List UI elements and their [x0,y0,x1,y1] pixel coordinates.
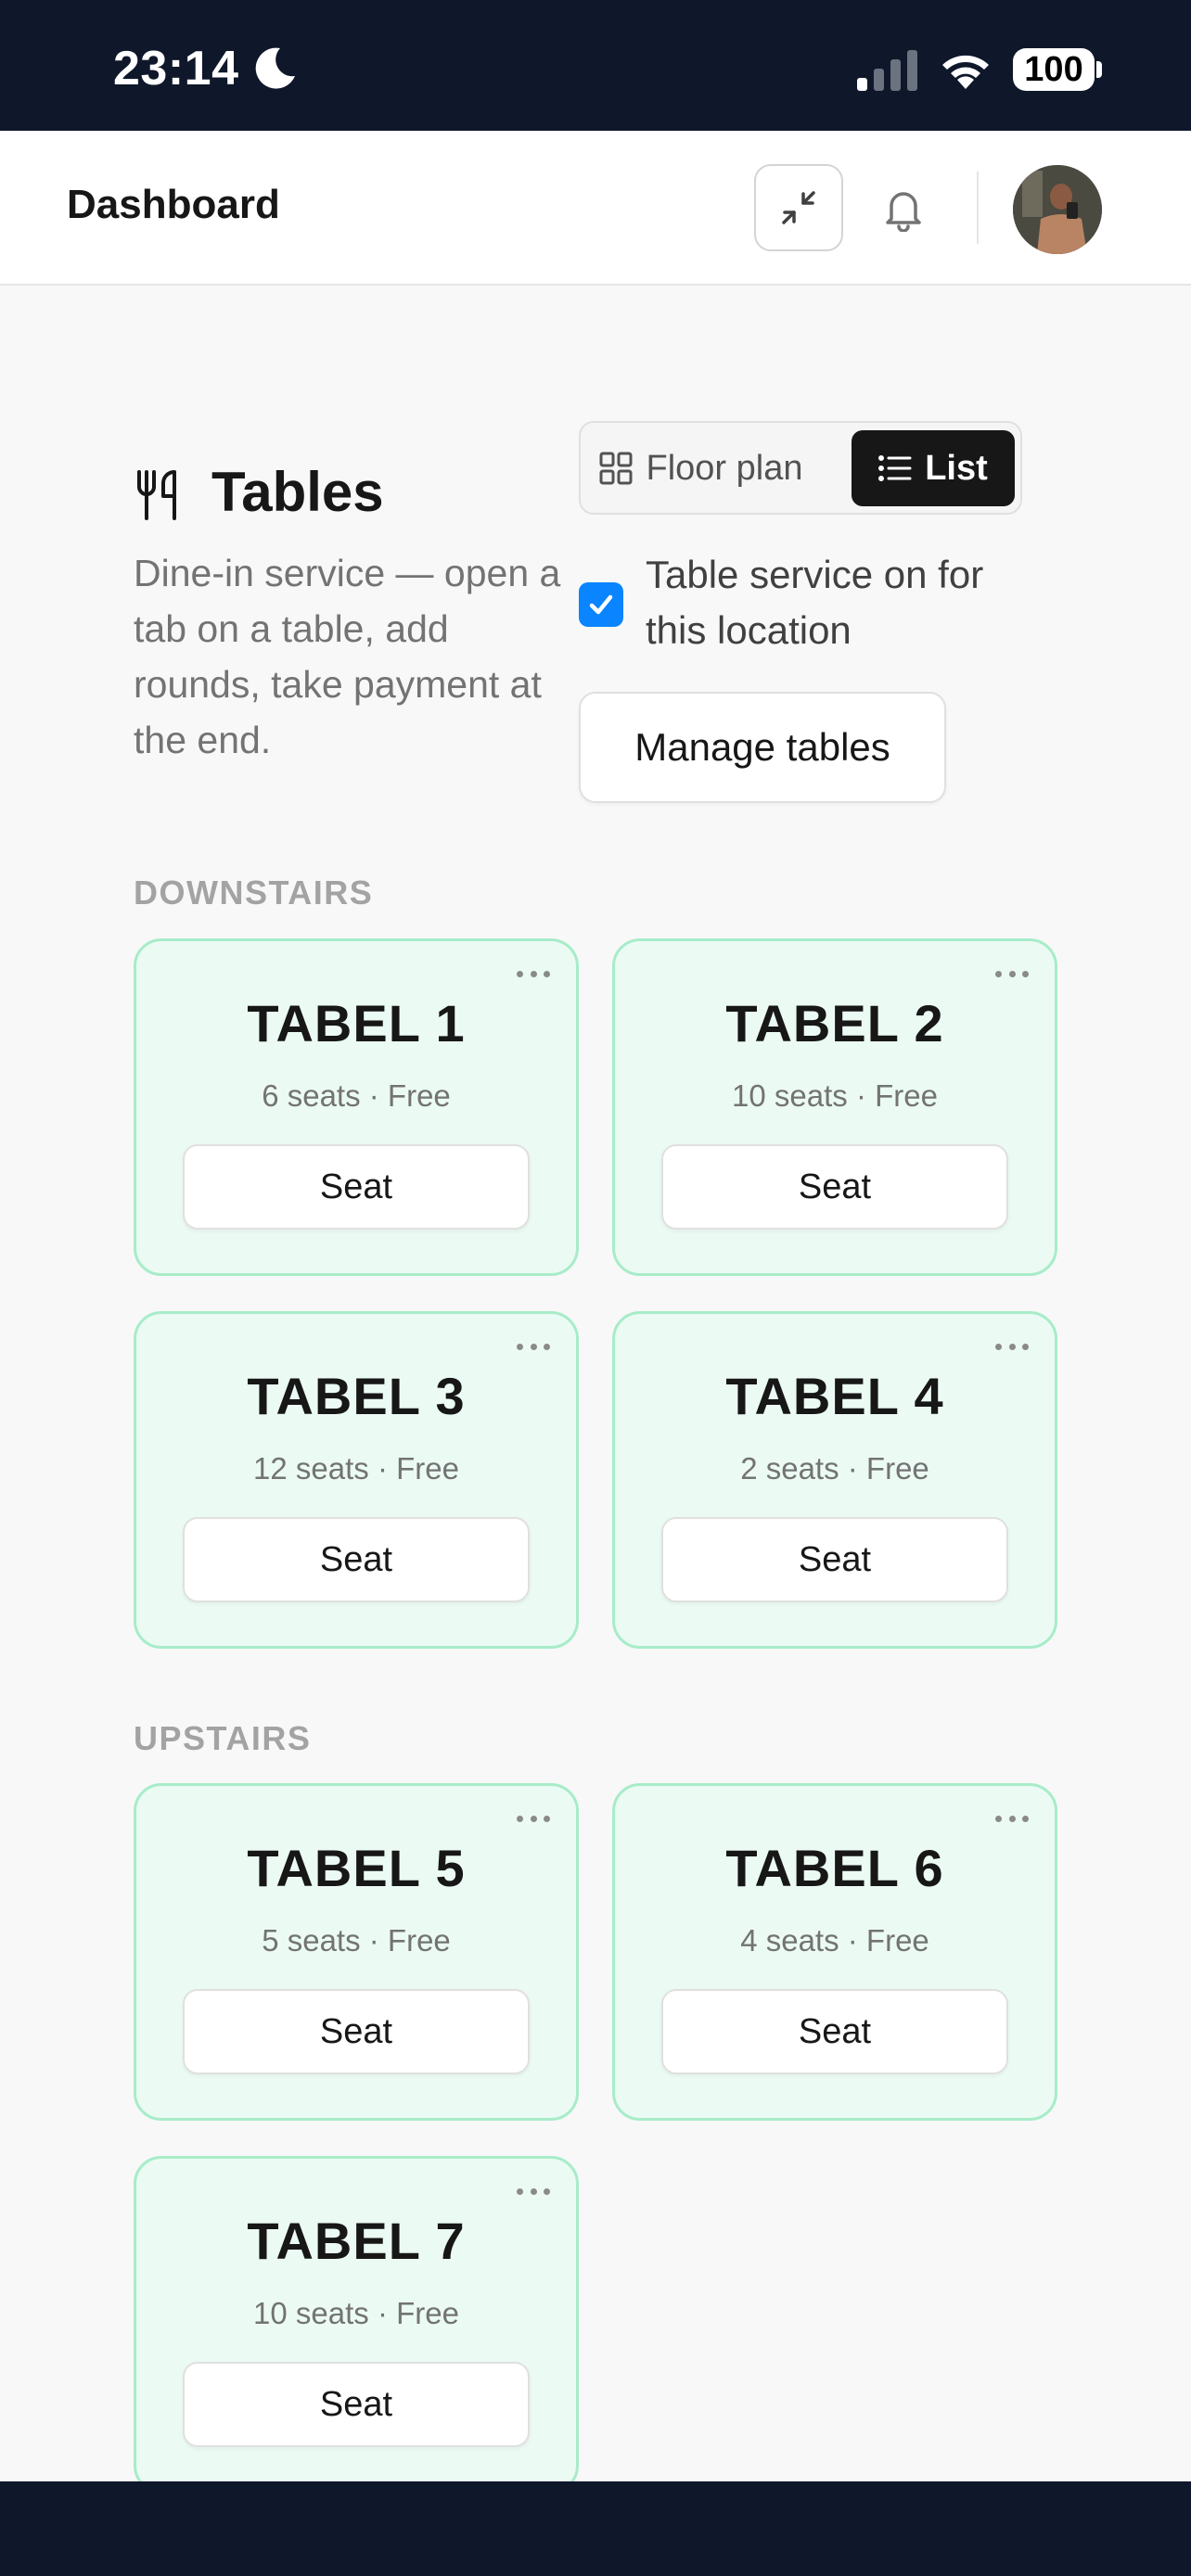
seat-button[interactable]: Seat [661,1144,1008,1230]
battery-level: 100 [1024,50,1083,89]
table-meta: 10 seats · Free [732,1078,938,1113]
more-icon[interactable] [517,969,550,978]
header-divider [977,172,979,244]
view-toggle: Floor plan List [579,421,1022,515]
table-meta: 5 seats · Free [262,1923,451,1958]
floor-plan-toggle[interactable]: Floor plan [594,430,807,506]
group-label-upstairs: UPSTAIRS [134,1719,312,1757]
collapse-button[interactable] [754,164,843,251]
list-toggle[interactable]: List [852,430,1015,506]
floor-plan-label: Floor plan [646,448,803,488]
more-icon[interactable] [995,1814,1029,1823]
table-name: TABEL 5 [247,1839,466,1897]
grid-icon [599,452,632,485]
signal-icon [857,50,917,91]
list-icon [878,455,912,481]
more-icon[interactable] [995,1342,1029,1351]
moon-icon [255,47,295,89]
table-meta: 12 seats · Free [253,1451,459,1486]
bell-icon [886,192,921,232]
more-icon[interactable] [517,2187,550,2196]
wifi-icon [942,55,989,89]
table-meta: 10 seats · Free [253,2296,459,2330]
more-icon[interactable] [995,969,1029,978]
section-title: Tables [211,461,384,523]
table-meta: 2 seats · Free [740,1451,929,1486]
table-service-checkbox[interactable] [579,582,623,627]
table-card[interactable]: TABEL 4 2 seats · Free Seat [612,1311,1057,1649]
section-description: Dine-in service — open a tab on a table,… [134,552,561,761]
table-name: TABEL 2 [725,994,944,1052]
seat-button[interactable]: Seat [183,2362,530,2447]
table-card[interactable]: TABEL 2 10 seats · Free Seat [612,938,1057,1276]
manage-tables-button[interactable]: Manage tables [579,692,946,803]
collapse-icon [782,191,815,224]
table-card[interactable]: TABEL 7 10 seats · Free Seat [134,2156,579,2493]
app-header: Dashboard [0,131,1191,286]
group-label-downstairs: DOWNSTAIRS [134,874,374,912]
table-name: TABEL 4 [725,1367,944,1425]
table-card[interactable]: TABEL 6 4 seats · Free Seat [612,1783,1057,2121]
table-service-label: Table service on for this location [646,553,984,652]
table-card[interactable]: TABEL 3 12 seats · Free Seat [134,1311,579,1649]
more-icon[interactable] [517,1342,550,1351]
seat-button[interactable]: Seat [183,1989,530,2074]
status-time: 23:14 [113,42,239,96]
table-name: TABEL 1 [247,994,466,1052]
more-icon[interactable] [517,1814,550,1823]
table-name: TABEL 3 [247,1367,466,1425]
avatar-image [1013,165,1102,254]
table-card[interactable]: TABEL 1 6 seats · Free Seat [134,938,579,1276]
notifications-button[interactable] [876,181,931,236]
check-icon [589,594,613,615]
seat-button[interactable]: Seat [661,1517,1008,1602]
table-name: TABEL 6 [725,1839,944,1897]
list-label: List [925,448,988,488]
table-meta: 4 seats · Free [740,1923,929,1958]
home-indicator-bar [0,2481,1191,2576]
status-bar: 23:14 100 [0,0,1191,131]
utensils-icon [137,470,176,520]
seat-button[interactable]: Seat [661,1989,1008,2074]
avatar[interactable] [1013,165,1102,254]
table-name: TABEL 7 [247,2212,466,2270]
battery-nub [1096,61,1102,78]
seat-button[interactable]: Seat [183,1517,530,1602]
table-card[interactable]: TABEL 5 5 seats · Free Seat [134,1783,579,2121]
seat-button[interactable]: Seat [183,1144,530,1230]
battery-icon: 100 [1013,48,1095,91]
table-meta: 6 seats · Free [262,1078,451,1113]
page-title: Dashboard [67,182,280,227]
